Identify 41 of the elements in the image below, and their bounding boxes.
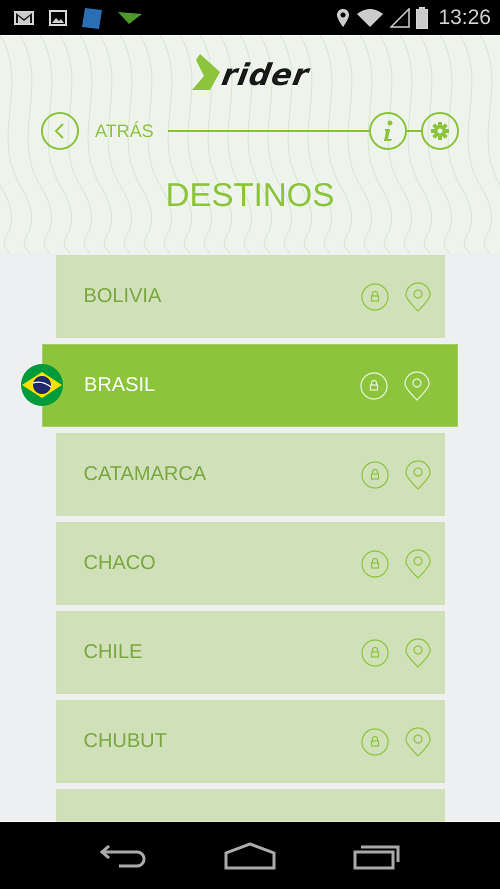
battery-icon <box>416 6 428 28</box>
destination-row[interactable]: CHACO <box>56 522 444 605</box>
destination-name: CATAMARCA <box>84 463 208 486</box>
info-button[interactable] <box>369 112 407 150</box>
back-label[interactable]: ATRÁS <box>95 120 154 142</box>
location-icon <box>336 8 350 28</box>
signal-icon <box>390 8 410 28</box>
destination-row[interactable]: CHUBUT <box>56 700 444 783</box>
logo: rider <box>219 62 311 90</box>
settings-icon <box>430 121 450 141</box>
map-pin-icon[interactable] <box>404 548 430 578</box>
back-button[interactable] <box>41 112 79 150</box>
lock-icon[interactable] <box>360 550 388 578</box>
mail-icon <box>13 10 35 26</box>
destination-name: BOLIVIA <box>84 285 162 308</box>
destination-row[interactable]: BOLIVIA <box>56 255 444 338</box>
destination-name: CHACO <box>84 552 157 575</box>
settings-button[interactable] <box>421 112 459 150</box>
destination-name: CHUBUT <box>84 730 168 753</box>
app-icon <box>81 6 103 30</box>
map-pin-icon[interactable] <box>404 638 430 668</box>
destination-name: BRASIL <box>84 374 156 397</box>
lock-icon[interactable] <box>360 638 388 666</box>
clock: 13:26 <box>438 6 491 30</box>
lock-icon[interactable] <box>360 728 388 756</box>
back-nav-icon[interactable] <box>98 842 147 868</box>
chevron-logo-icon <box>192 54 222 90</box>
paper-plane-icon <box>117 10 143 26</box>
destination-row[interactable]: CHILE <box>56 611 444 694</box>
lock-icon[interactable] <box>360 460 388 488</box>
lock-icon[interactable] <box>360 282 388 310</box>
info-icon <box>381 119 395 143</box>
home-icon[interactable] <box>224 842 276 870</box>
page-title: DESTINOS <box>166 176 334 214</box>
destination-name: CHILE <box>84 641 144 664</box>
image-icon <box>49 10 67 26</box>
destination-row[interactable]: CATAMARCA <box>56 433 444 516</box>
wifi-icon <box>356 8 384 28</box>
map-pin-icon[interactable] <box>404 282 430 312</box>
map-pin-icon[interactable] <box>404 726 430 756</box>
map-pin-icon[interactable] <box>404 460 430 490</box>
